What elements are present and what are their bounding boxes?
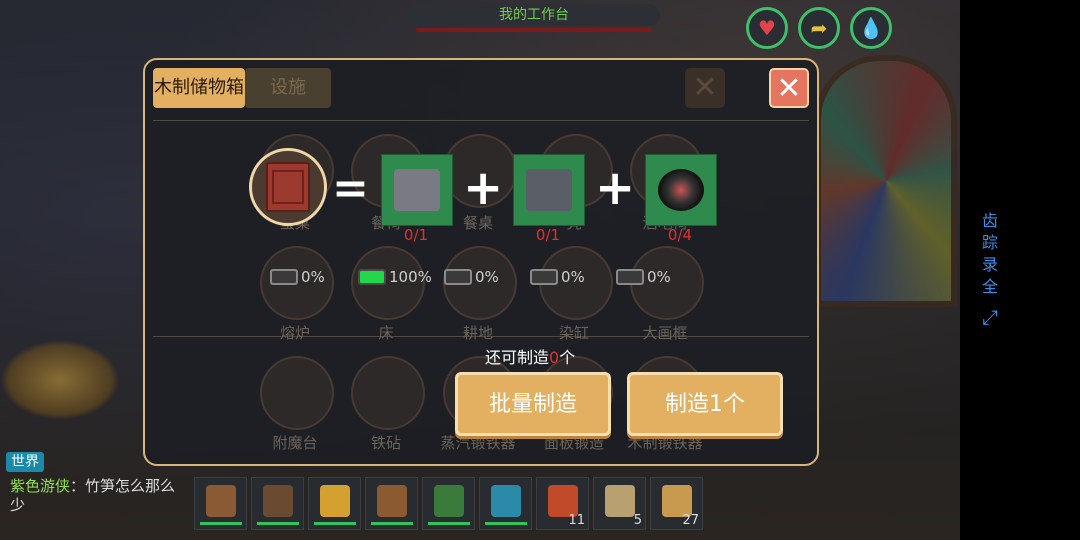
hotbar-slot[interactable]: 11	[536, 477, 589, 530]
progress-box	[358, 269, 386, 285]
ingredient-slot-3[interactable]	[645, 154, 717, 226]
pickaxe-icon	[263, 485, 293, 517]
chat-message: 紫色游侠：竹笋怎么那么少	[10, 477, 186, 515]
ingredient-count-3: 0/4	[667, 226, 693, 244]
result-wooden-chest	[249, 148, 327, 226]
background-close-icon: ✕	[685, 68, 725, 108]
item-quantity: 5	[633, 513, 642, 528]
wheel-icon	[658, 169, 704, 211]
item-label-bed: 床	[378, 324, 394, 342]
batch-craft-button[interactable]: 批量制造	[455, 372, 611, 436]
item-label-farmland: 耕地	[462, 324, 493, 342]
item-label-furnace: 熔炉	[279, 324, 310, 342]
progress-percent: 100%	[389, 268, 432, 286]
hotbar-slot[interactable]	[422, 477, 475, 530]
progress-big-frame: 0%	[616, 268, 671, 286]
seed-bag-icon	[605, 485, 635, 517]
heart-icon: ♥	[758, 16, 776, 40]
chat-sender[interactable]: 紫色游侠	[10, 477, 70, 495]
hotbar-slot[interactable]	[479, 477, 532, 530]
remaining-craft-count: 还可制造0个	[485, 344, 575, 368]
progress-farmland: 0%	[444, 268, 499, 286]
hotbar-slot[interactable]: 5	[593, 477, 646, 530]
progress-percent: 0%	[475, 268, 499, 286]
stained-glass-window	[815, 55, 957, 307]
side-tool-3[interactable]: 录	[978, 254, 1002, 276]
wooden-chest-icon	[266, 162, 310, 212]
hotbar-slot[interactable]	[251, 477, 304, 530]
durability-bar	[314, 522, 356, 525]
equals-sign: =	[332, 163, 369, 214]
bg-item-slot[interactable]	[260, 356, 334, 430]
stone-hammer-icon	[206, 485, 236, 517]
side-tool-2[interactable]: 踪	[978, 232, 1002, 254]
divider	[153, 120, 809, 121]
workbench-health-bar	[416, 28, 652, 32]
scene-golden-bowl	[0, 340, 120, 420]
craft-one-button[interactable]: 制造1个	[627, 372, 783, 436]
fishing-rod-icon	[434, 485, 464, 517]
health-button[interactable]: ♥	[746, 7, 788, 49]
plus-sign: +	[463, 160, 504, 216]
durability-bar	[371, 522, 413, 525]
thirst-button[interactable]: 💧	[850, 7, 892, 49]
metal-part-icon	[394, 169, 440, 211]
item-quantity: 11	[568, 513, 585, 528]
magic-staff-icon	[491, 485, 521, 517]
hotbar-slot[interactable]	[308, 477, 361, 530]
hotbar-slot[interactable]	[194, 477, 247, 530]
side-tool-4[interactable]: 全	[978, 276, 1002, 298]
side-toolbar[interactable]: 齿 踪 录 全 ⤢	[978, 210, 1002, 328]
progress-percent: 0%	[561, 268, 585, 286]
ingredient-count-1: 0/1	[403, 226, 429, 244]
progress-bed: 100%	[358, 268, 432, 286]
remaining-number: 0	[549, 348, 560, 367]
item-label-dye-vat: 染缸	[558, 324, 589, 342]
banana-boomerang-icon	[320, 485, 350, 517]
water-drop-icon: 💧	[858, 16, 884, 40]
hunger-button[interactable]: ➦	[798, 7, 840, 49]
tab-facilities[interactable]: 设施	[245, 68, 331, 108]
progress-box	[616, 269, 644, 285]
progress-dye-vat: 0%	[530, 268, 585, 286]
progress-percent: 0%	[301, 268, 325, 286]
workbench-title: 我的工作台	[408, 4, 660, 26]
durability-bar	[428, 522, 470, 525]
progress-box	[530, 269, 558, 285]
hinge-part-icon	[526, 169, 572, 211]
ingredient-slot-1[interactable]	[381, 154, 453, 226]
bg-item-label: 铁砧	[370, 434, 401, 452]
close-button[interactable]: ✕	[769, 68, 809, 108]
progress-furnace: 0%	[270, 268, 325, 286]
progress-box	[444, 269, 472, 285]
progress-box	[270, 269, 298, 285]
hotbar-slot[interactable]: 27	[650, 477, 703, 530]
crafting-dialog: 木制储物箱 设施 ✕ ✕ 蛋桌 餐椅 餐桌 凳 酒吧椅 熔炉 床 耕地 染缸 大…	[143, 58, 819, 466]
tab-wooden-chest[interactable]: 木制储物箱	[153, 68, 245, 108]
durability-bar	[257, 522, 299, 525]
wooden-club-icon	[377, 485, 407, 517]
remaining-prefix: 还可制造	[485, 348, 550, 367]
item-label-big-frame: 大画框	[642, 324, 688, 342]
chat-channel-tag[interactable]: 世界	[6, 452, 44, 472]
plus-sign: +	[595, 160, 636, 216]
durability-bar	[485, 522, 527, 525]
hunger-icon: ➦	[810, 16, 828, 40]
item-quantity: 27	[682, 513, 699, 528]
progress-percent: 0%	[647, 268, 671, 286]
remaining-suffix: 个	[559, 348, 576, 367]
fullscreen-icon[interactable]: ⤢	[978, 306, 1002, 328]
ingredient-slot-2[interactable]	[513, 154, 585, 226]
durability-bar	[200, 522, 242, 525]
hotbar: 11 5 27	[194, 477, 703, 530]
bg-item-label: 附魔台	[272, 434, 318, 452]
hotbar-slot[interactable]	[365, 477, 418, 530]
bg-item-slot[interactable]	[351, 356, 425, 430]
side-tool-1[interactable]: 齿	[978, 210, 1002, 232]
ingredient-count-2: 0/1	[535, 226, 561, 244]
